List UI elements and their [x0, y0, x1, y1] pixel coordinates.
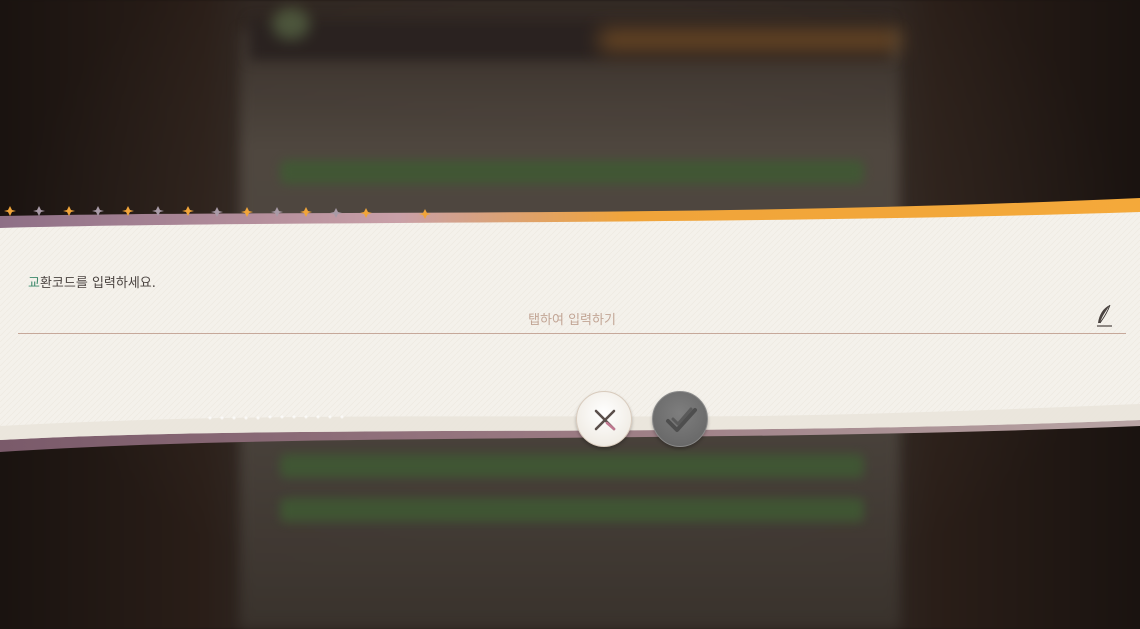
- quill-icon: [1097, 304, 1112, 327]
- redeem-code-input[interactable]: 탭하여 입력하기: [18, 304, 1126, 334]
- prompt-text: 환코드를 입력하세요.: [39, 276, 156, 291]
- input-placeholder: 탭하여 입력하기: [528, 313, 616, 328]
- prompt-label: 교환코드를 입력하세요.: [28, 272, 156, 291]
- cancel-button[interactable]: [576, 391, 632, 447]
- confirm-button[interactable]: [652, 391, 708, 447]
- check-icon: [666, 407, 697, 432]
- prompt-accent-char: 교: [28, 276, 40, 291]
- close-icon: [594, 409, 616, 431]
